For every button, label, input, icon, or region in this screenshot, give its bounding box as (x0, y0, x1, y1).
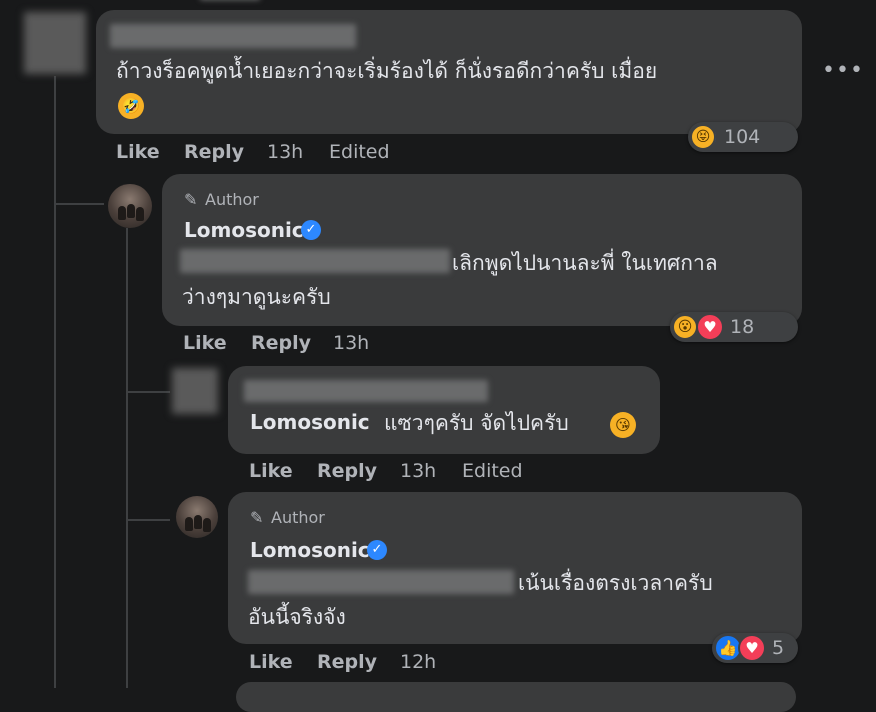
reply-button[interactable]: Reply (317, 460, 377, 482)
edited-label[interactable]: Edited (462, 460, 523, 482)
reply-bubble-author: ✎ Author Lomosonic ✓ เลิกพูดไปนานละพี่ ใน… (162, 174, 802, 326)
reaction-count: 104 (724, 126, 761, 148)
reaction-summary[interactable]: 👍 ♥ 5 (712, 633, 798, 663)
next-reply-bubble (236, 682, 796, 712)
love-reaction-icon: ♥ (696, 313, 724, 341)
mention-blurred[interactable] (248, 570, 514, 594)
thread-line-sub (126, 228, 128, 688)
reply-bubble-author: ✎ Author Lomosonic ✓ เน้นเรื่องตรงเวลาครั… (228, 492, 802, 644)
thread-connector-reply2 (126, 391, 170, 393)
haha-reaction-icon: 😝 (690, 124, 716, 150)
reply-button[interactable]: Reply (184, 141, 244, 163)
author-badge: ✎ Author (184, 190, 259, 209)
reply-bubble: Lomosonic แซวๆครับ จัดไปครับ 😘 (228, 366, 660, 454)
microphone-icon: ✎ (184, 190, 198, 209)
microphone-icon: ✎ (250, 508, 264, 527)
reply-text-line2: ว่างๆมาดูนะครับ (182, 285, 331, 309)
author-name[interactable]: Lomosonic (184, 218, 304, 242)
timestamp[interactable]: 13h (400, 460, 436, 482)
replier-name-blurred[interactable] (244, 380, 488, 402)
timestamp[interactable]: 13h (333, 332, 369, 354)
wow-reaction-icon: 😮 (672, 314, 698, 340)
replier-avatar[interactable] (172, 368, 218, 414)
reply-text-line2: อันนี้จริงจัง (248, 605, 346, 629)
mention-blurred[interactable] (180, 249, 450, 273)
timestamp[interactable]: 13h (267, 141, 303, 163)
like-button[interactable]: Like (116, 141, 160, 163)
love-reaction-icon: ♥ (738, 634, 766, 662)
author-badge-label: Author (205, 190, 259, 209)
rofl-emoji-icon: 🤣 (118, 93, 144, 119)
author-badge: ✎ Author (250, 508, 325, 527)
like-button[interactable]: Like (249, 460, 293, 482)
commenter-avatar[interactable] (24, 12, 86, 74)
author-avatar[interactable] (108, 184, 152, 228)
reply-button[interactable]: Reply (251, 332, 311, 354)
more-options-icon[interactable]: ••• (822, 58, 864, 83)
verified-badge-icon: ✓ (367, 540, 387, 560)
author-name[interactable]: Lomosonic (250, 538, 370, 562)
reaction-summary[interactable]: 👍 😝 104 (688, 122, 798, 152)
reply-text-line1: เลิกพูดไปนานละพี่ ในเทศกาล (452, 251, 718, 275)
reaction-count: 18 (730, 316, 755, 338)
timestamp[interactable]: 12h (400, 651, 436, 673)
comment-text: ถ้าวงร็อคพูดน้ำเยอะกว่าจะเริ่มร้องได้ ก็… (116, 59, 658, 83)
like-button[interactable]: Like (249, 651, 293, 673)
reaction-count: 5 (772, 637, 785, 659)
reply-text: แซวๆครับ จัดไปครับ (384, 411, 569, 435)
edited-label[interactable]: Edited (329, 141, 390, 163)
thread-connector-reply1 (54, 203, 104, 205)
like-button[interactable]: Like (183, 332, 227, 354)
thread-connector-reply3 (126, 519, 170, 521)
reaction-summary[interactable]: 👍 ♥ 😮 18 (670, 312, 798, 342)
author-badge-label: Author (271, 508, 325, 527)
verified-badge-icon: ✓ (301, 220, 321, 240)
author-avatar[interactable] (176, 496, 218, 538)
mention-link[interactable]: Lomosonic (250, 410, 370, 434)
comment-bubble: ถ้าวงร็อคพูดน้ำเยอะกว่าจะเริ่มร้องได้ ก็… (96, 10, 802, 134)
reply-button[interactable]: Reply (317, 651, 377, 673)
kiss-emoji-icon: 😘 (610, 412, 636, 438)
commenter-name-blurred[interactable] (110, 24, 356, 48)
thread-line-main (54, 76, 56, 688)
reply-text-line1: เน้นเรื่องตรงเวลาครับ (518, 571, 713, 595)
